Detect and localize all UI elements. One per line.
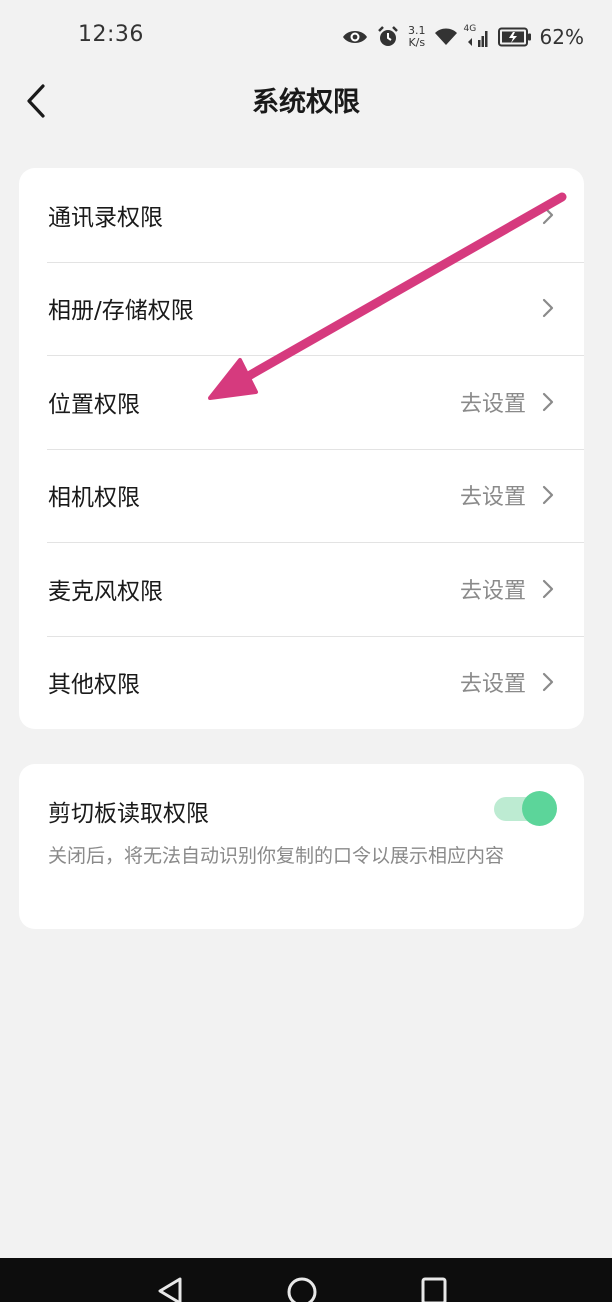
status-icons: 3.1 K/s 4G 62% — [342, 20, 584, 54]
chevron-right-icon — [542, 392, 554, 411]
net-speed-unit: K/s — [408, 36, 426, 49]
permission-label: 其他权限 — [48, 672, 140, 699]
permission-status: 去设置 — [459, 485, 526, 511]
net-speed: 3.1 K/s — [408, 25, 426, 49]
status-bar: 12:36 3.1 K/s 4G 62% — [0, 0, 612, 72]
system-permissions-screen: 12:36 3.1 K/s 4G 62% 系统权限 通讯录权限 相册/存储权限 … — [0, 0, 612, 1302]
clipboard-card: 剪切板读取权限 关闭后，将无法自动识别你复制的口令以展示相应内容 — [19, 764, 584, 929]
network-type: 4G — [463, 24, 477, 34]
clipboard-description: 关闭后，将无法自动识别你复制的口令以展示相应内容 — [48, 845, 505, 867]
permissions-card: 通讯录权限 相册/存储权限 位置权限 去设置 相机权限 去设置 麦克风权限 去设… — [19, 168, 584, 729]
clipboard-title: 剪切板读取权限 — [48, 801, 209, 827]
page-title: 系统权限 — [252, 87, 360, 118]
permission-label: 通讯录权限 — [48, 204, 163, 231]
recents-square-icon[interactable] — [420, 1276, 448, 1302]
permission-row-other[interactable]: 其他权限 去设置 — [19, 635, 584, 730]
permission-status: 去设置 — [459, 578, 526, 604]
system-navigation-bar — [0, 1258, 612, 1302]
permission-row-contacts[interactable]: 通讯录权限 — [19, 168, 584, 262]
header: 系统权限 — [0, 72, 612, 132]
home-circle-icon[interactable] — [286, 1276, 318, 1302]
permission-status: 去设置 — [459, 672, 526, 698]
permission-status: 去设置 — [459, 391, 526, 417]
battery-percent: 62% — [539, 25, 584, 49]
back-triangle-icon[interactable] — [156, 1276, 184, 1302]
signal-group: 4G — [463, 24, 490, 48]
permission-row-location[interactable]: 位置权限 去设置 — [19, 355, 584, 449]
clipboard-toggle[interactable] — [494, 790, 558, 826]
chevron-right-icon — [542, 673, 554, 692]
permission-row-storage[interactable]: 相册/存储权限 — [19, 261, 584, 356]
alarm-icon — [378, 26, 398, 46]
permission-label: 相机权限 — [48, 485, 140, 512]
permission-row-microphone[interactable]: 麦克风权限 去设置 — [19, 542, 584, 636]
wifi-icon — [434, 28, 457, 45]
permission-label: 位置权限 — [48, 391, 140, 418]
chevron-right-icon — [542, 579, 554, 598]
chevron-right-icon — [542, 299, 554, 318]
status-time: 12:36 — [78, 22, 144, 47]
eye-icon — [343, 31, 368, 43]
chevron-right-icon — [542, 205, 554, 224]
chevron-right-icon — [542, 486, 554, 505]
permission-label: 麦克风权限 — [48, 578, 163, 605]
permission-row-camera[interactable]: 相机权限 去设置 — [19, 448, 584, 543]
permission-label: 相册/存储权限 — [48, 298, 194, 325]
battery-icon — [497, 27, 531, 47]
toggle-knob — [522, 791, 557, 826]
